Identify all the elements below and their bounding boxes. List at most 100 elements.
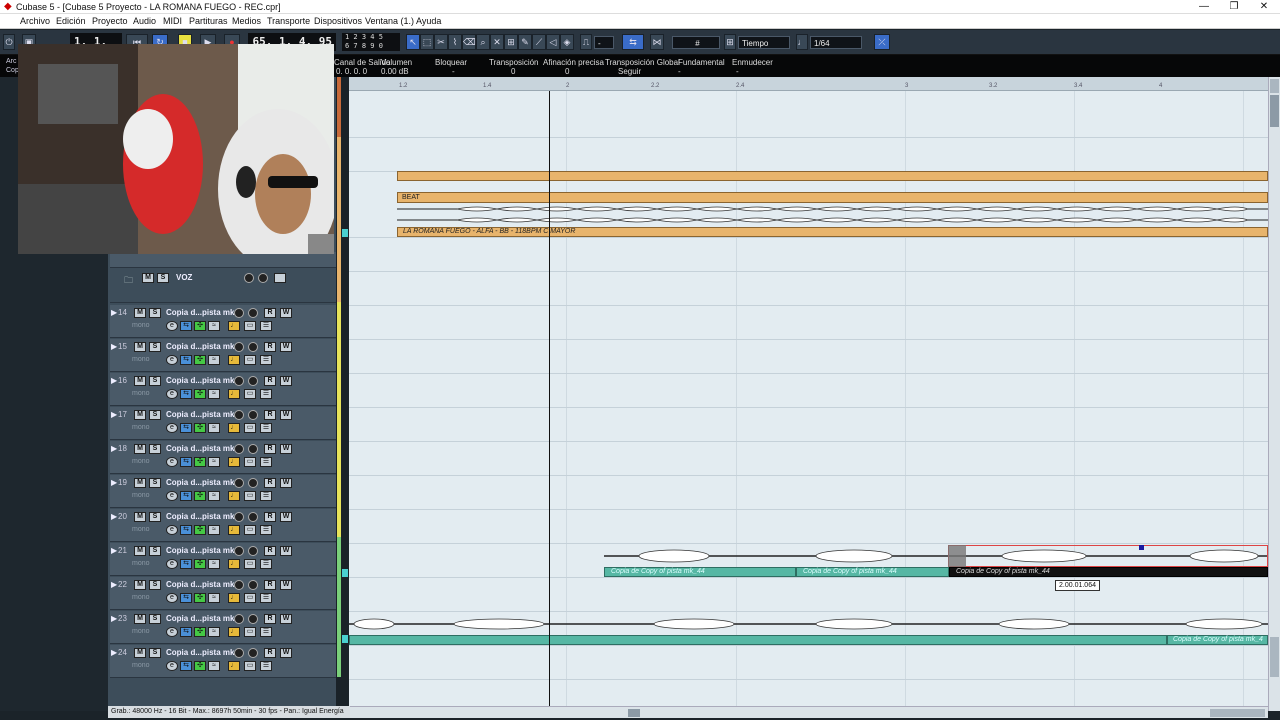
track-settings-icon[interactable]: ☰ (260, 491, 272, 501)
lanes-icon[interactable]: ▭ (244, 355, 256, 365)
expand-arrow-icon[interactable]: ▶ (111, 410, 117, 419)
expand-arrow-icon[interactable]: ▶ (111, 444, 117, 453)
audio-track-row[interactable]: ▶ 24 M S Copia d...pista mk R Wmono e ⇆ ✣ ≈ ♩ ▭ ☰ (110, 645, 336, 678)
inserts-icon[interactable]: ⇆ (180, 559, 192, 569)
menu-ventana[interactable]: Ventana (1.) (365, 16, 414, 26)
mute-button[interactable]: M (134, 648, 146, 658)
sends-icon[interactable]: ≈ (208, 389, 220, 399)
track-name[interactable]: Copia d...pista mk (166, 308, 234, 317)
timebase-icon[interactable]: ♩ (228, 627, 240, 637)
read-automation-button[interactable]: R (264, 376, 276, 386)
track-name[interactable]: Copia d...pista mk (166, 580, 234, 589)
sends-icon[interactable]: ≈ (208, 321, 220, 331)
write-automation-button[interactable]: W (280, 410, 292, 420)
solo-button[interactable]: S (149, 580, 161, 590)
audio-track-row[interactable]: ▶ 17 M S Copia d...pista mk R Wmono e ⇆ ✣ ≈ ♩ ▭ ☰ (110, 407, 336, 440)
track-settings-icon[interactable]: ☰ (260, 627, 272, 637)
track-settings-icon[interactable]: ☰ (260, 423, 272, 433)
mute-button[interactable]: M (134, 444, 146, 454)
write-automation-button[interactable]: W (280, 614, 292, 624)
track-name[interactable]: Copia d...pista mk (166, 444, 234, 453)
mute-button[interactable]: M (134, 308, 146, 318)
write-automation-button[interactable]: W (280, 376, 292, 386)
edit-channel-button[interactable]: e (166, 491, 178, 501)
monitor-icon[interactable] (248, 546, 258, 556)
lanes-icon[interactable]: ▭ (244, 593, 256, 603)
lanes-icon[interactable]: ▭ (244, 525, 256, 535)
sends-icon[interactable]: ≈ (208, 491, 220, 501)
solo-button[interactable]: S (149, 376, 161, 386)
inserts-icon[interactable]: ⇆ (180, 321, 192, 331)
menu-archivo[interactable]: Archivo (20, 16, 50, 26)
track-settings-icon[interactable]: ☰ (260, 525, 272, 535)
audio-track-row[interactable]: ▶ 16 M S Copia d...pista mk R Wmono e ⇆ ✣ ≈ ♩ ▭ ☰ (110, 373, 336, 406)
main-audio-event[interactable]: LA ROMANA FUEGO - ALFA - BB - 118BPM C M… (397, 227, 1268, 237)
monitor-icon[interactable] (248, 648, 258, 658)
split-tool-icon[interactable]: ✂ (434, 34, 448, 50)
read-automation-button[interactable]: R (264, 580, 276, 590)
record-enable-icon[interactable] (234, 478, 244, 488)
marker-keypad[interactable]: 1 2 3 4 5 6 7 8 9 0 (342, 33, 400, 51)
edit-channel-button[interactable]: e (166, 321, 178, 331)
edit-channel-button[interactable]: e (166, 627, 178, 637)
sends-icon[interactable]: ≈ (208, 355, 220, 365)
grid-type-dropdown[interactable]: # (672, 36, 720, 49)
sends-icon[interactable]: ≈ (208, 457, 220, 467)
expand-arrow-icon[interactable]: ▶ (111, 376, 117, 385)
audio-event-23b[interactable]: Copia de Copy of pista mk_4 (1167, 635, 1268, 645)
write-automation-button[interactable]: W (280, 444, 292, 454)
write-automation-button[interactable]: W (280, 512, 292, 522)
horizontal-scrollbar[interactable] (350, 706, 1268, 718)
timebase-icon[interactable]: ♩ (228, 559, 240, 569)
menu-midi[interactable]: MIDI (163, 16, 182, 26)
info-value-mute[interactable]: - (736, 67, 739, 76)
inserts-icon[interactable]: ⇆ (180, 627, 192, 637)
draw-tool-icon[interactable]: ✎ (518, 34, 532, 50)
audio-track-row-partial[interactable] (110, 252, 336, 268)
quantize-toggle-icon[interactable]: ⤫ (874, 34, 890, 50)
folder-record-icon[interactable] (244, 273, 254, 283)
inserts-icon[interactable]: ⇆ (180, 593, 192, 603)
monitor-icon[interactable] (248, 410, 258, 420)
eq-icon[interactable]: ✣ (194, 423, 206, 433)
read-automation-button[interactable]: R (264, 308, 276, 318)
object-select-tool-icon[interactable]: ↖ (406, 34, 420, 50)
folder-part[interactable] (397, 171, 1268, 181)
timebase-icon[interactable]: ♩ (228, 593, 240, 603)
write-automation-button[interactable]: W (280, 478, 292, 488)
record-enable-icon[interactable] (234, 648, 244, 658)
folder-mute-button[interactable]: M (142, 273, 154, 283)
sends-icon[interactable]: ≈ (208, 525, 220, 535)
timebase-icon[interactable]: ♩ (228, 525, 240, 535)
expand-arrow-icon[interactable]: ▶ (111, 478, 117, 487)
scroll-up-icon[interactable] (1270, 79, 1279, 93)
record-enable-icon[interactable] (234, 376, 244, 386)
monitor-icon[interactable] (248, 580, 258, 590)
audio-track-row[interactable]: ▶ 18 M S Copia d...pista mk R Wmono e ⇆ ✣ ≈ ♩ ▭ ☰ (110, 441, 336, 474)
folder-solo-button[interactable]: S (157, 273, 169, 283)
sends-icon[interactable]: ≈ (208, 593, 220, 603)
read-automation-button[interactable]: R (264, 512, 276, 522)
folder-track-voz[interactable]: 🗀 M S VOZ (110, 267, 336, 303)
edit-channel-button[interactable]: e (166, 661, 178, 671)
record-enable-icon[interactable] (234, 342, 244, 352)
monitor-icon[interactable] (248, 308, 258, 318)
edit-channel-button[interactable]: e (166, 525, 178, 535)
mute-button[interactable]: M (134, 410, 146, 420)
track-name[interactable]: Copia d...pista mk (166, 614, 234, 623)
track-name[interactable]: Copia d...pista mk (166, 410, 234, 419)
track-settings-icon[interactable]: ☰ (260, 389, 272, 399)
solo-button[interactable]: S (149, 444, 161, 454)
record-enable-icon[interactable] (234, 546, 244, 556)
zoom-vertical-control[interactable] (1270, 637, 1279, 677)
eq-icon[interactable]: ✣ (194, 593, 206, 603)
mute-button[interactable]: M (134, 512, 146, 522)
track-settings-icon[interactable]: ☰ (260, 355, 272, 365)
folder-monitor-icon[interactable] (258, 273, 268, 283)
expand-arrow-icon[interactable]: ▶ (111, 648, 117, 657)
write-automation-button[interactable]: W (280, 546, 292, 556)
snap-toggle-icon[interactable]: ⇆ (622, 34, 644, 50)
maximize-button[interactable]: ❐ (1218, 0, 1250, 14)
monitor-icon[interactable] (248, 444, 258, 454)
lanes-icon[interactable]: ▭ (244, 321, 256, 331)
